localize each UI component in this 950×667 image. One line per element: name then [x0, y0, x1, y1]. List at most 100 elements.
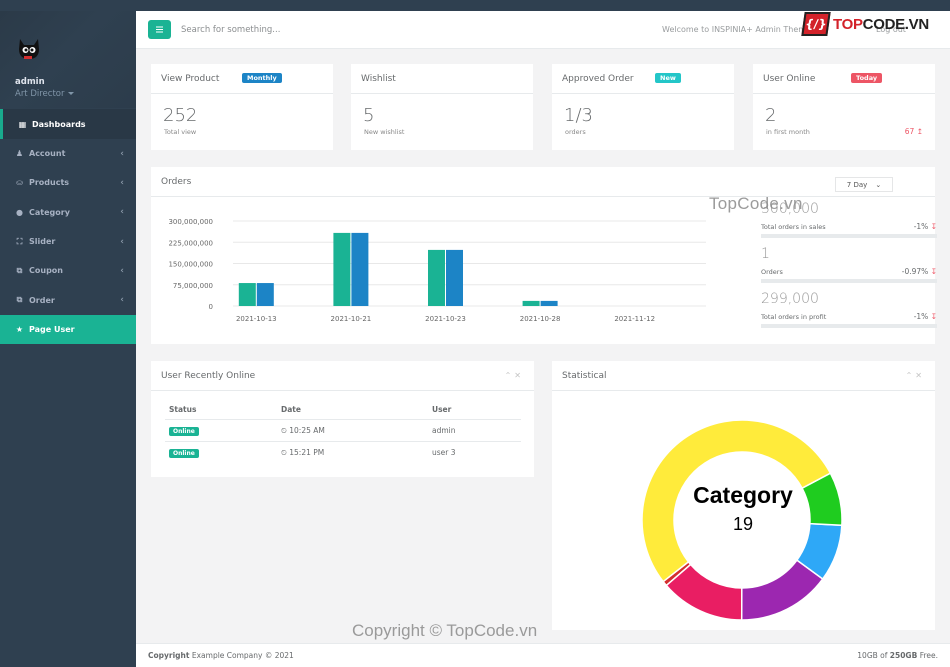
x-tick-label: 2021-10-23 [425, 315, 466, 323]
bar-2021-10-23-0[interactable] [428, 249, 445, 306]
bar-2021-10-28-1[interactable] [540, 300, 558, 306]
arrow-down-icon: ↧ [930, 267, 937, 276]
arrow-down-icon: ↧ [930, 222, 937, 231]
progress-bar [761, 324, 937, 328]
stat-card-approved-order: Approved Order New 1/3 orders [552, 64, 734, 150]
page-wrapper: Welcome to INSPINIA+ Admin Theme. Log ou… [136, 11, 950, 667]
top-strip [0, 0, 950, 11]
summary-pct: -1% [913, 222, 929, 231]
sidebar-item-account[interactable]: ♟ Account ‹ [0, 139, 136, 168]
orders-summary: 300,000 Total orders in sales -1% ↧ 1 Or… [761, 201, 937, 336]
y-tick-label: 75,000,000 [173, 282, 213, 290]
copyright-label: Copyright [148, 651, 190, 660]
sidebar-item-label: Dashboards [32, 119, 86, 129]
profile-role: Art Director [15, 89, 65, 99]
clock-icon: ⏲ [281, 425, 287, 435]
summary-pct: -0.97% [901, 267, 929, 276]
avatar[interactable] [15, 35, 43, 63]
sidebar-item-page-user[interactable]: ★ Page User [0, 314, 136, 345]
summary-item: 1 Orders -0.97% ↧ [761, 246, 937, 291]
bar-2021-10-23-1[interactable] [446, 249, 463, 306]
donut-center-title: Category [693, 482, 793, 508]
sidebar-item-label: Page User [29, 324, 75, 334]
summary-value: 1 [761, 246, 770, 262]
topcode-watermark-logo: {/} TOPCODE.VN [801, 12, 930, 36]
topcode-logo-icon: {/} [801, 12, 831, 36]
stat-title: View Product [161, 73, 220, 84]
chevron-left-icon: ‹ [120, 148, 124, 159]
sidebar-item-dashboards[interactable]: ▦ Dashboards [0, 109, 136, 139]
status-badge: Online [169, 448, 199, 458]
collapse-icon[interactable]: ⌃ [505, 371, 515, 380]
watermark-copyright: Copyright © TopCode.vn [352, 621, 538, 640]
chevron-left-icon: ‹ [120, 207, 124, 218]
stat-subtitle: in first month [766, 128, 810, 136]
search-input[interactable] [181, 22, 481, 38]
bar-2021-10-21-1[interactable] [351, 232, 369, 306]
stat-title: Approved Order [562, 73, 634, 84]
row-date: 10:25 AM [289, 425, 325, 435]
summary-label: Total orders in profit [761, 313, 827, 321]
sidebar-item-order[interactable]: ⧉ Order ‹ [0, 285, 136, 314]
progress-bar [761, 234, 937, 238]
stat-title: Wishlist [361, 73, 396, 84]
stat-card-view-product: View Product Monthly 252 Total view [151, 64, 333, 150]
copy-icon: ⧉ [16, 265, 23, 275]
close-icon[interactable]: ✕ [514, 371, 524, 380]
orders-panel: Orders 7 Day ⌄ 0 75,000,000 150,000,000 225,… [151, 167, 937, 344]
footer-copyright: Copyright Example Company © 2021 [148, 651, 294, 660]
row-user: admin [428, 419, 521, 442]
sidebar-nav: ▦ Dashboards ♟ Account ‹ ⛀ Products ‹ ● Category ‹… [0, 109, 136, 345]
stat-badge: Monthly [242, 73, 282, 83]
sidebar-item-slider[interactable]: ⛶ Slider ‹ [0, 227, 136, 256]
inbox-icon: ⛀ [16, 178, 23, 188]
y-tick-label: 225,000,000 [168, 239, 213, 247]
watermark-text: TopCode.vn [709, 194, 803, 213]
stat-card-wishlist: Wishlist 5 New wishlist [351, 64, 533, 150]
sidebar-item-coupon[interactable]: ⧉ Coupon ‹ [0, 256, 136, 285]
footer: Copyright Example Company © 2021 10GB of… [136, 643, 950, 667]
sidebar: admin Art Director ▦ Dashboards ♟ Account ‹ ⛀… [0, 0, 136, 667]
x-tick-label: 2021-10-21 [331, 315, 372, 323]
summary-item: 299,000 Total orders in profit -1% ↧ [761, 291, 937, 336]
storage-used: 10GB of [857, 651, 890, 660]
stat-subtitle: New wishlist [364, 128, 405, 136]
logo-text-dark: CODE.VN [862, 15, 930, 33]
footer-storage: 10GB of 250GB Free. [857, 651, 938, 660]
sidebar-item-category[interactable]: ● Category ‹ [0, 198, 136, 227]
donut-center-value: 19 [733, 514, 753, 534]
summary-pct: -1% [913, 312, 929, 321]
recent-users-panel: User Recently Online ⌃✕ Status Date User… [151, 361, 534, 477]
stat-subtitle: orders [565, 128, 586, 136]
caret-down-icon [67, 92, 74, 95]
bar-2021-10-13-0[interactable] [238, 283, 256, 306]
storage-suffix: Free. [917, 651, 938, 660]
bar-2021-10-28-0[interactable] [522, 300, 540, 306]
stat-badge: New [655, 73, 681, 83]
stat-value: 1/3 [564, 105, 593, 126]
bar-2021-10-21-0[interactable] [333, 232, 351, 306]
summary-label: Total orders in sales [761, 223, 826, 231]
panel-title: Statistical [562, 370, 607, 381]
storage-total: 250GB [889, 651, 918, 660]
copyright-text: Example Company © 2021 [189, 651, 294, 660]
bar-2021-10-13-1[interactable] [256, 283, 274, 306]
row-user: user 3 [432, 448, 456, 458]
clock-icon: ⏲ [281, 447, 287, 457]
menu-toggle-button[interactable] [148, 20, 171, 39]
logo-text-red: TOP [833, 15, 863, 33]
chevron-left-icon: ‹ [120, 295, 124, 306]
sidebar-item-label: Order [29, 295, 55, 305]
summary-change: -1% ↧ [914, 312, 937, 321]
welcome-message: Welcome to INSPINIA+ Admin Theme. [662, 25, 814, 34]
range-select[interactable]: 7 Day ⌄ [835, 177, 893, 192]
sidebar-item-products[interactable]: ⛀ Products ‹ [0, 168, 136, 197]
chevron-left-icon: ‹ [120, 177, 124, 188]
stat-subtitle: Total view [164, 128, 197, 136]
close-icon[interactable]: ✕ [915, 371, 925, 380]
collapse-icon[interactable]: ⌃ [906, 371, 916, 380]
stat-value: 2 [765, 105, 777, 126]
profile-role-dropdown[interactable]: Art Director [15, 89, 74, 99]
category-donut-chart: Category 19 [641, 419, 843, 621]
arrow-down-icon: ↧ [930, 312, 937, 321]
